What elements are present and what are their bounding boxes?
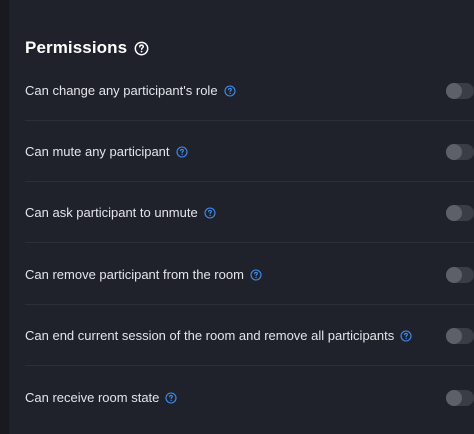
permission-label: Can mute any participant	[25, 144, 170, 159]
toggle-knob	[446, 389, 462, 406]
permission-label: Can ask participant to unmute	[25, 205, 198, 220]
permission-row-remove-participant: Can remove participant from the room	[25, 244, 474, 305]
permission-toggle[interactable]	[446, 327, 474, 344]
row-divider	[25, 365, 474, 366]
permissions-panel: Permissions Can change any participant's…	[9, 0, 474, 434]
permission-label: Can receive room state	[25, 390, 160, 405]
permission-row-change-role: Can change any participant's role	[25, 60, 474, 121]
permissions-header: Permissions	[25, 36, 149, 60]
permission-toggle[interactable]	[446, 266, 474, 283]
permission-toggle[interactable]	[446, 82, 474, 99]
permission-row-receive-room-state: Can receive room state	[25, 367, 474, 428]
sidebar-edge	[0, 0, 9, 434]
info-icon[interactable]	[175, 145, 188, 158]
permissions-title: Permissions	[25, 38, 128, 57]
permission-label: Can end current session of the room and …	[25, 328, 395, 343]
toggle-knob	[446, 143, 462, 160]
row-divider	[25, 242, 474, 243]
info-icon[interactable]	[250, 268, 262, 281]
toggle-knob	[446, 82, 462, 99]
info-icon[interactable]	[204, 206, 216, 219]
question-circle-icon[interactable]	[134, 41, 149, 56]
permission-toggle[interactable]	[446, 389, 474, 406]
permission-toggle[interactable]	[446, 143, 474, 160]
toggle-knob	[446, 266, 462, 283]
info-icon[interactable]	[165, 391, 177, 404]
permission-row-ask-unmute: Can ask participant to unmute	[25, 182, 474, 243]
info-icon[interactable]	[400, 329, 412, 342]
permission-row-mute: Can mute any participant	[25, 121, 474, 182]
info-icon[interactable]	[223, 84, 236, 97]
permission-label: Can remove participant from the room	[25, 267, 244, 282]
toggle-knob	[446, 204, 462, 221]
toggle-knob	[446, 327, 462, 344]
permission-label: Can change any participant's role	[25, 83, 218, 98]
permission-toggle[interactable]	[446, 204, 474, 221]
permission-row-end-session: Can end current session of the room and …	[25, 305, 474, 366]
